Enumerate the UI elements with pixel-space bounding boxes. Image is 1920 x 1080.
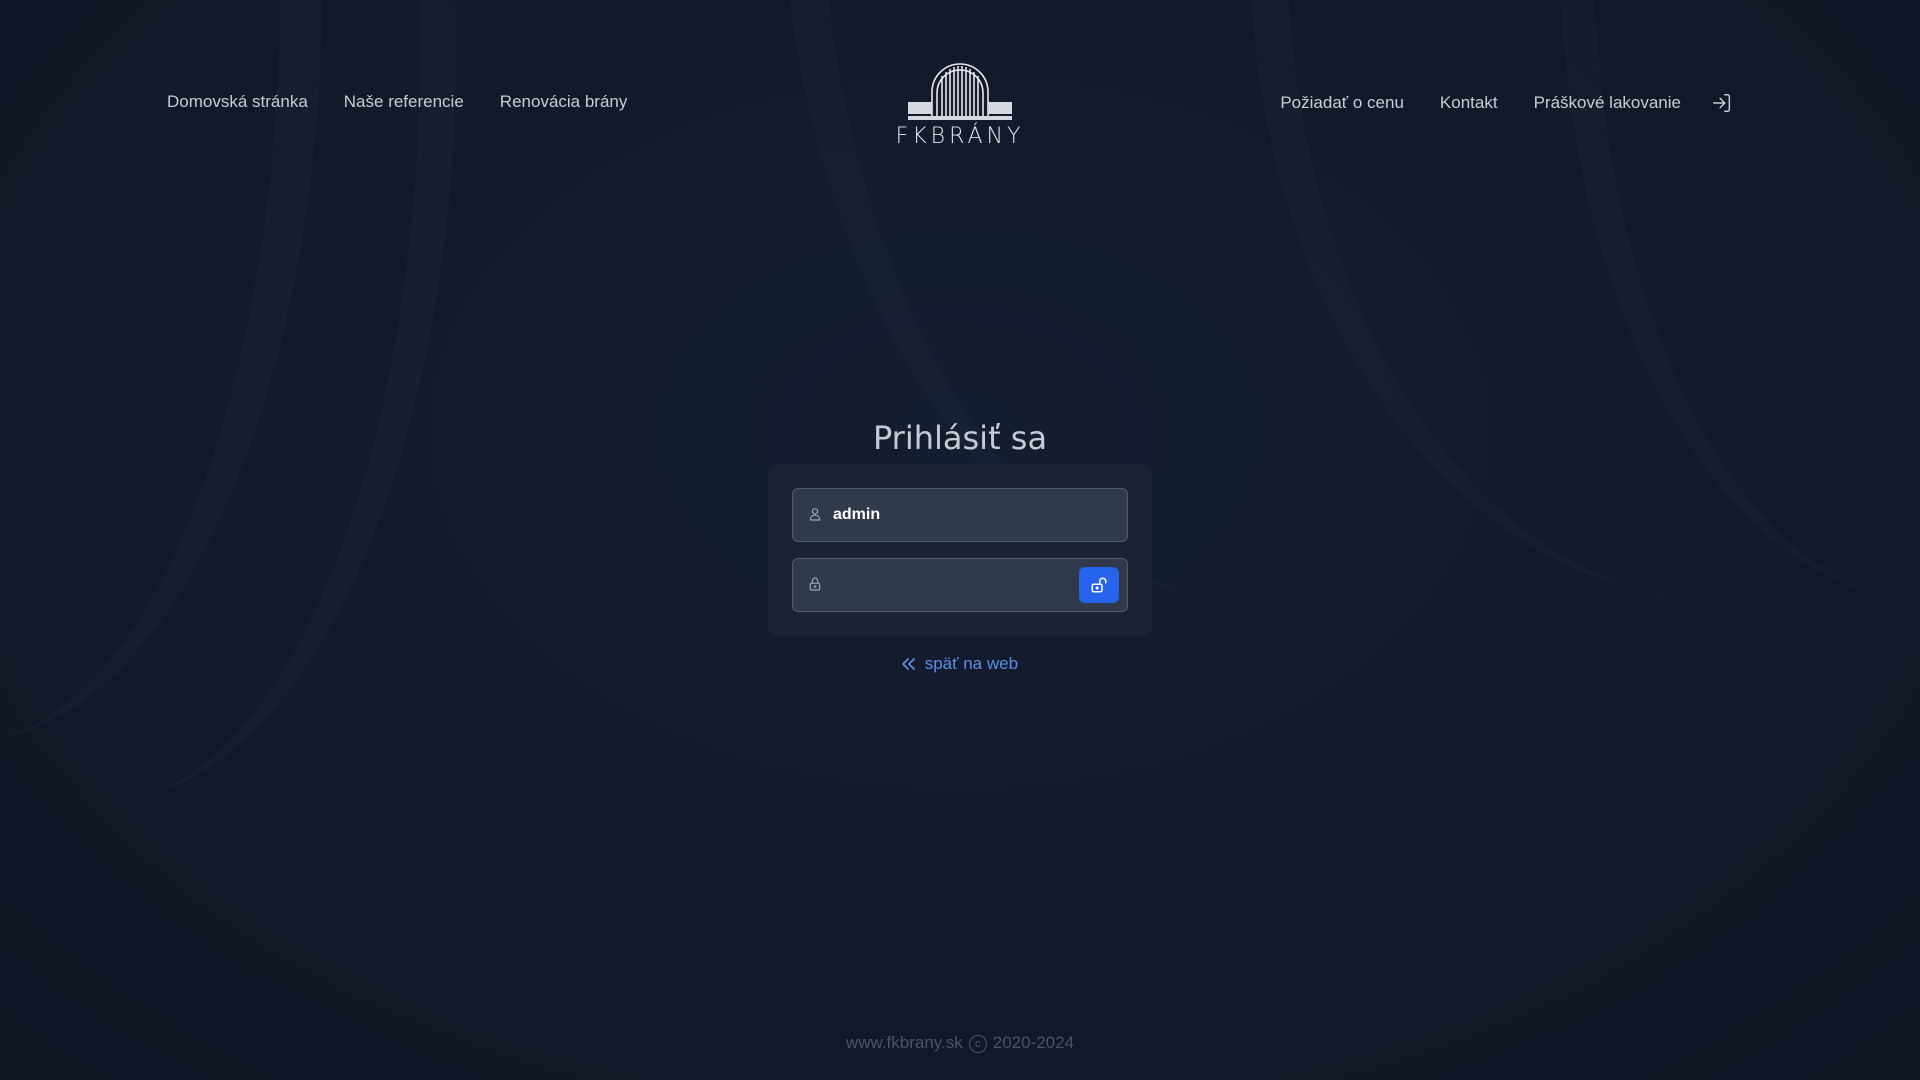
gate-logo-icon	[908, 63, 1012, 120]
nav-link-powder-coating[interactable]: Práškové lakovanie	[1534, 93, 1681, 113]
footer: www.fkbrany.sk c 2020-2024	[0, 1033, 1920, 1053]
unlock-icon	[1090, 576, 1108, 594]
password-field[interactable]	[792, 558, 1128, 612]
nav-link-contact[interactable]: Kontakt	[1440, 93, 1498, 113]
logo-text: FKBRÁNY	[895, 124, 1025, 149]
background-arc	[1250, 0, 1920, 600]
copyright-icon: c	[968, 1035, 987, 1053]
main-nav-right: Požiadať o cenu Kontakt Práškové lakovan…	[1280, 92, 1733, 114]
user-icon	[807, 506, 823, 522]
site-logo[interactable]: FKBRÁNY	[894, 62, 1026, 149]
nav-link-home[interactable]: Domovská stránka	[167, 92, 308, 112]
nav-link-request-price[interactable]: Požiadať o cenu	[1280, 93, 1404, 113]
nav-link-gate-renovation[interactable]: Renovácia brány	[500, 92, 628, 112]
login-submit-button[interactable]	[1079, 567, 1119, 603]
nav-link-references[interactable]: Naše referencie	[344, 92, 464, 112]
back-to-web-link[interactable]: späť na web	[0, 654, 1920, 674]
footer-site: www.fkbrany.sk	[845, 1033, 963, 1052]
password-input[interactable]	[833, 559, 1073, 611]
login-title: Prihlásiť sa	[872, 419, 1048, 458]
background-arc	[0, 0, 456, 800]
login-arrow-icon[interactable]	[1711, 92, 1733, 114]
main-nav-left: Domovská stránka Naše referencie Renovác…	[167, 92, 663, 112]
back-link-label: späť na web	[924, 654, 1019, 673]
background-arc	[1560, 0, 1920, 600]
footer-years: 2020-2024	[992, 1033, 1075, 1052]
username-input[interactable]	[833, 489, 1073, 541]
lock-icon	[807, 576, 823, 592]
double-chevron-left-icon	[902, 654, 921, 673]
login-form	[768, 464, 1152, 636]
username-field[interactable]	[792, 488, 1128, 542]
login-page: Domovská stránka Naše referencie Renovác…	[0, 0, 1920, 1080]
